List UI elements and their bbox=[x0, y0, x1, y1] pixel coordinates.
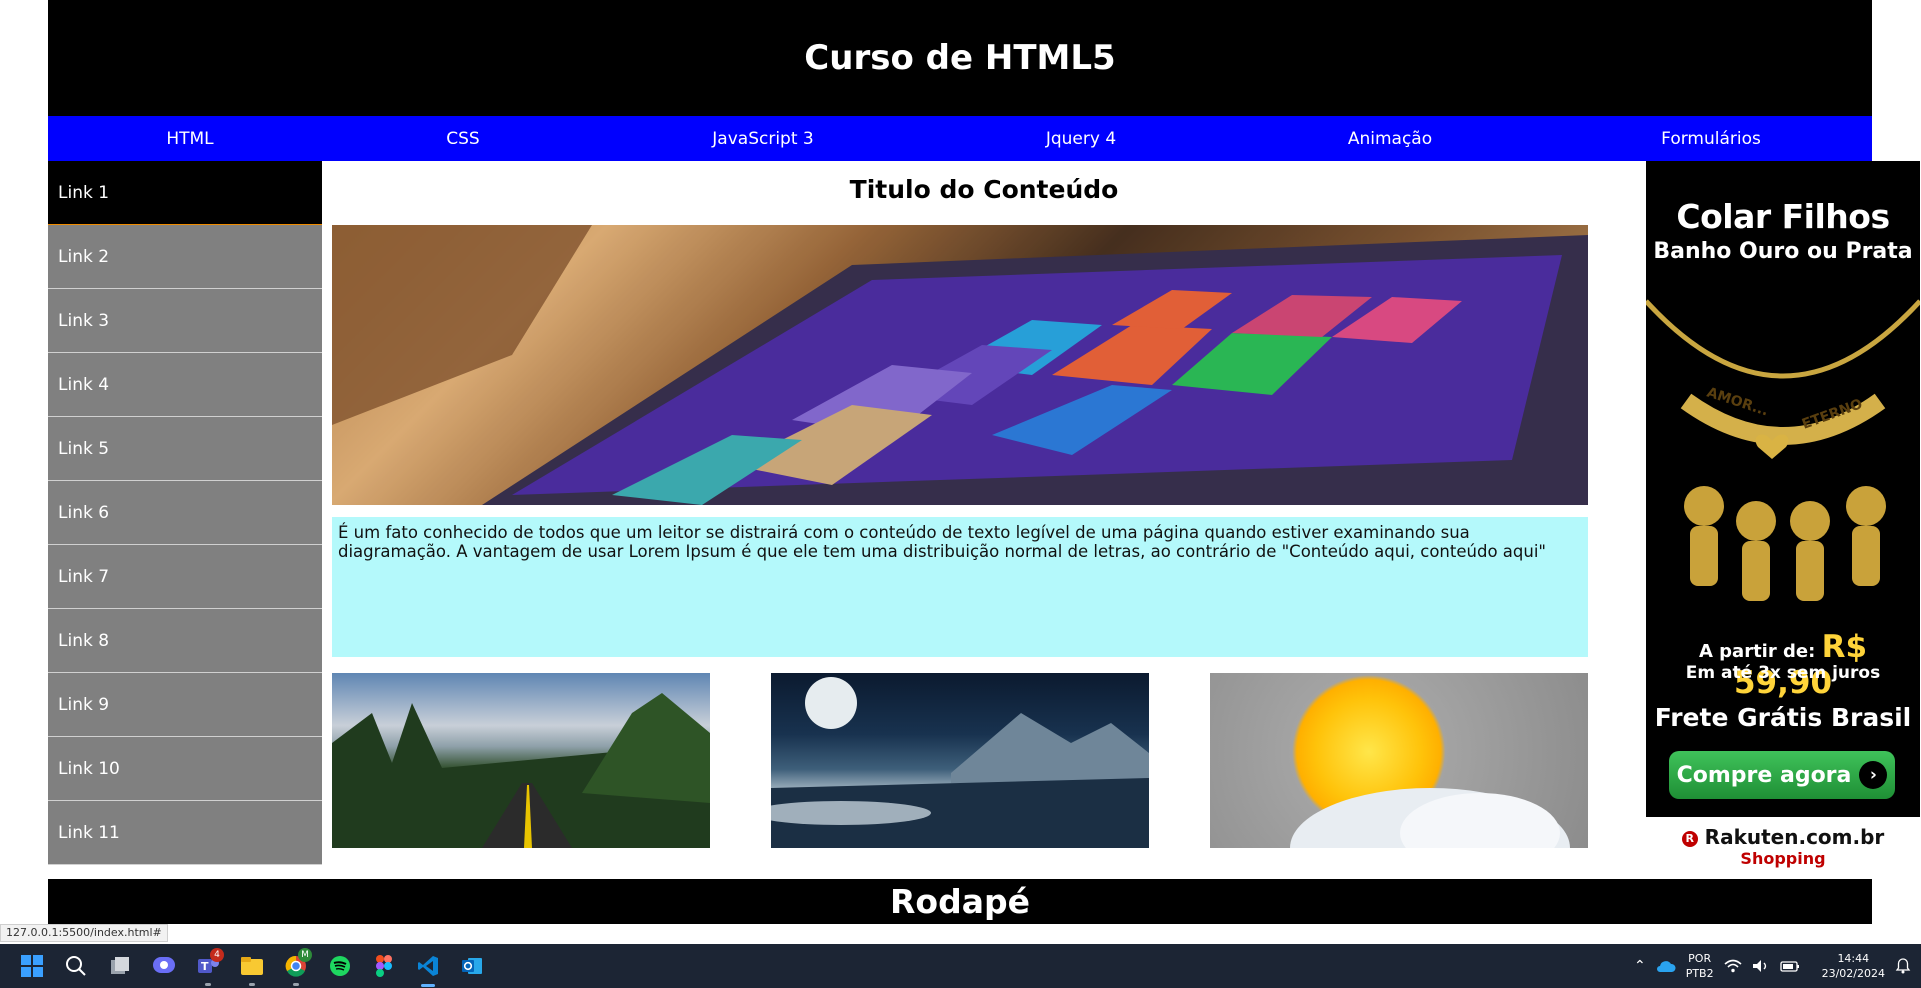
figma-icon[interactable] bbox=[362, 944, 406, 988]
page-container: Curso de HTML5 HTML CSS JavaScript 3 Jqu… bbox=[48, 0, 1920, 878]
ad-from-label: A partir de: bbox=[1698, 641, 1816, 662]
nav-item-animacao[interactable]: Animação bbox=[1230, 116, 1550, 161]
battery-icon[interactable] bbox=[1779, 959, 1800, 973]
browser-status-url: 127.0.0.1:5500/index.html# bbox=[0, 924, 168, 942]
ad-buy-button-label: Compre agora bbox=[1676, 762, 1852, 788]
clock-date: 23/02/2024 bbox=[1821, 967, 1885, 980]
rakuten-logo-icon: R bbox=[1681, 831, 1698, 847]
sidebar-link-4[interactable]: Link 4 bbox=[48, 353, 322, 417]
hero-tablet-illustration bbox=[332, 225, 1588, 505]
content-paragraph-box: É um fato conhecido de todos que um leit… bbox=[332, 517, 1588, 657]
nav-item-jquery[interactable]: Jquery 4 bbox=[932, 116, 1230, 161]
nav-item-css[interactable]: CSS bbox=[332, 116, 594, 161]
chrome-icon[interactable]: M bbox=[274, 944, 318, 988]
windows-taskbar: T 4 M ⌃ POR PTB2 14:44 23/02/2024 bbox=[0, 944, 1921, 988]
task-view-icon[interactable] bbox=[98, 944, 142, 988]
nav-item-formularios[interactable]: Formulários bbox=[1550, 116, 1872, 161]
spotify-icon[interactable] bbox=[318, 944, 362, 988]
ad-brand-sub: Shopping bbox=[1740, 849, 1826, 868]
sidebar-link-1[interactable]: Link 1 bbox=[48, 161, 322, 225]
footer-label: Rodapé bbox=[890, 882, 1030, 921]
clock-time: 14:44 bbox=[1837, 952, 1870, 965]
forest-road-image bbox=[332, 673, 710, 848]
site-footer: Rodapé bbox=[48, 879, 1872, 924]
hero-image-tablet bbox=[332, 225, 1588, 505]
nav-item-html[interactable]: HTML bbox=[48, 116, 332, 161]
language-indicator[interactable]: POR PTB2 bbox=[1686, 951, 1714, 981]
teams-badge: 4 bbox=[210, 948, 224, 962]
chat-icon[interactable] bbox=[142, 944, 186, 988]
sidebar-link-3[interactable]: Link 3 bbox=[48, 289, 322, 353]
sun-cloud-illustration bbox=[1290, 788, 1570, 848]
nav-item-javascript[interactable]: JavaScript 3 bbox=[594, 116, 932, 161]
site-header: Curso de HTML5 bbox=[48, 0, 1872, 116]
language-bottom: PTB2 bbox=[1685, 967, 1714, 980]
chevron-up-icon[interactable]: ⌃ bbox=[1634, 958, 1646, 974]
ad-shipping: Frete Grátis Brasil bbox=[1654, 703, 1912, 732]
ad-brand-bar: R Rakuten.com.br Shopping bbox=[1646, 817, 1920, 878]
ad-banner[interactable]: Colar Filhos Banho Ouro ou Prata AMOR...… bbox=[1646, 161, 1920, 878]
ad-brand-text: Rakuten.com.br bbox=[1704, 825, 1885, 849]
windows-start-icon[interactable] bbox=[10, 944, 54, 988]
clock[interactable]: 14:44 23/02/2024 bbox=[1822, 951, 1885, 981]
sidebar-link-2[interactable]: Link 2 bbox=[48, 225, 322, 289]
forest-road-illustration bbox=[332, 693, 710, 848]
sidebar: Link 1 Link 2 Link 3 Link 4 Link 5 Link … bbox=[48, 161, 322, 865]
sidebar-link-10[interactable]: Link 10 bbox=[48, 737, 322, 801]
language-top: POR bbox=[1688, 952, 1712, 965]
sidebar-link-7[interactable]: Link 7 bbox=[48, 545, 322, 609]
chrome-profile-badge: M bbox=[298, 948, 312, 962]
content-area: Titulo do Conteúdo É um fato conhecido d… bbox=[322, 161, 1646, 878]
ad-subtitle: Banho Ouro ou Prata bbox=[1653, 239, 1913, 264]
moon-lake-image bbox=[771, 673, 1149, 848]
ad-buy-button[interactable]: Compre agora › bbox=[1669, 751, 1895, 799]
system-tray: ⌃ POR PTB2 14:44 23/02/2024 bbox=[1634, 944, 1911, 988]
ad-brand-name: R Rakuten.com.br bbox=[1646, 825, 1920, 849]
vscode-icon[interactable] bbox=[406, 944, 450, 988]
onedrive-cloud-icon[interactable] bbox=[1656, 959, 1676, 973]
ad-title: Colar Filhos bbox=[1676, 197, 1890, 236]
sun-cloud-image bbox=[1210, 673, 1588, 848]
ad-installments: Em até 3x sem juros bbox=[1685, 663, 1881, 683]
search-icon[interactable] bbox=[54, 944, 98, 988]
sidebar-link-5[interactable]: Link 5 bbox=[48, 417, 322, 481]
svg-text:T: T bbox=[201, 960, 209, 973]
sidebar-link-11[interactable]: Link 11 bbox=[48, 801, 322, 865]
sidebar-link-6[interactable]: Link 6 bbox=[48, 481, 322, 545]
site-title: Curso de HTML5 bbox=[804, 38, 1116, 78]
chevron-right-icon: › bbox=[1859, 761, 1888, 789]
sidebar-link-9[interactable]: Link 9 bbox=[48, 673, 322, 737]
notification-bell-icon[interactable] bbox=[1895, 958, 1911, 974]
necklace-image: AMOR... ETERNO bbox=[1646, 299, 1920, 601]
main-area: Link 1 Link 2 Link 3 Link 4 Link 5 Link … bbox=[48, 161, 1920, 878]
teams-icon[interactable]: T 4 bbox=[186, 944, 230, 988]
file-explorer-icon[interactable] bbox=[230, 944, 274, 988]
moon-lake-illustration bbox=[771, 677, 1149, 848]
main-nav: HTML CSS JavaScript 3 Jquery 4 Animação … bbox=[48, 116, 1872, 161]
content-paragraph: É um fato conhecido de todos que um leit… bbox=[338, 523, 1546, 561]
volume-icon[interactable] bbox=[1752, 959, 1770, 973]
outlook-icon[interactable] bbox=[450, 944, 494, 988]
sidebar-link-8[interactable]: Link 8 bbox=[48, 609, 322, 673]
wifi-icon[interactable] bbox=[1724, 959, 1742, 973]
content-title: Titulo do Conteúdo bbox=[849, 175, 1119, 204]
